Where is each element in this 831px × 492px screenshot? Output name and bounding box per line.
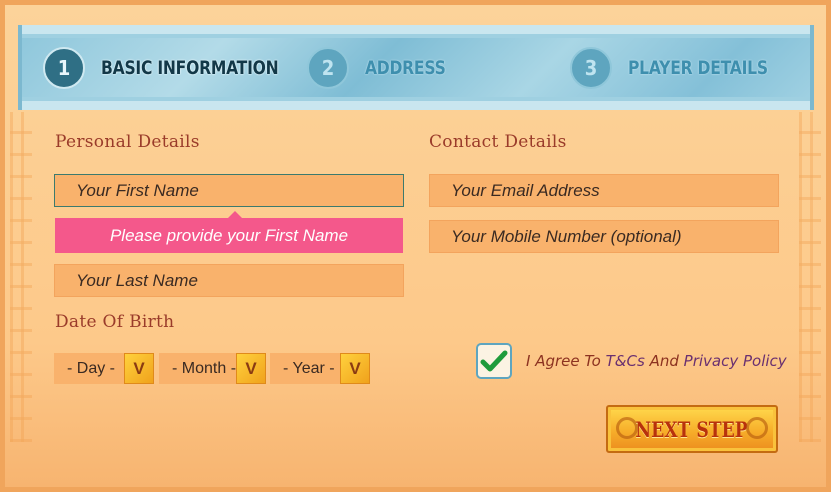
step-number: 3 bbox=[570, 47, 612, 89]
greek-key-border-left bbox=[10, 112, 32, 442]
step-label: BASIC INFORMATION bbox=[101, 57, 279, 79]
next-step-button[interactable]: NEXT STEP bbox=[606, 405, 778, 453]
agree-prefix: I Agree To bbox=[526, 352, 601, 370]
chevron-down-icon: V bbox=[124, 353, 154, 384]
step-2-address[interactable]: 2 ADDRESS bbox=[307, 45, 463, 91]
step-number: 2 bbox=[307, 47, 349, 89]
next-step-label: NEXT STEP bbox=[635, 416, 749, 442]
agree-and: And bbox=[649, 352, 679, 370]
first-name-error-message: Please provide your First Name bbox=[55, 218, 403, 253]
privacy-policy-link[interactable]: Privacy Policy bbox=[684, 352, 787, 370]
step-3-player-details[interactable]: 3 PLAYER DETAILS bbox=[570, 45, 799, 91]
last-name-input[interactable]: Your Last Name bbox=[54, 264, 404, 297]
agreement-text: I Agree To T&Cs And Privacy Policy bbox=[526, 352, 787, 370]
day-select[interactable]: - Day - V bbox=[54, 353, 154, 384]
personal-details-heading: Personal Details bbox=[55, 132, 200, 152]
date-of-birth-heading: Date Of Birth bbox=[55, 312, 175, 332]
step-label: ADDRESS bbox=[365, 57, 446, 79]
tcs-link[interactable]: T&Cs bbox=[606, 352, 645, 370]
step-progress-banner: 1 BASIC INFORMATION 2 ADDRESS 3 PLAYER D… bbox=[18, 25, 814, 110]
day-select-value: - Day - bbox=[67, 359, 115, 377]
step-number: 1 bbox=[43, 47, 85, 89]
contact-details-heading: Contact Details bbox=[429, 132, 567, 152]
greek-key-border-right bbox=[799, 112, 821, 442]
chevron-down-icon: V bbox=[236, 353, 267, 384]
first-name-input[interactable]: Your First Name bbox=[54, 174, 404, 207]
year-select-value: - Year - bbox=[283, 359, 335, 377]
swirl-ornament-icon bbox=[746, 417, 768, 439]
email-input[interactable]: Your Email Address bbox=[429, 174, 779, 207]
step-label: PLAYER DETAILS bbox=[628, 57, 768, 79]
email-placeholder: Your Email Address bbox=[451, 180, 600, 200]
error-tooltip-arrow bbox=[228, 211, 242, 218]
month-select-value: - Month - bbox=[172, 359, 237, 377]
last-name-placeholder: Your Last Name bbox=[76, 270, 198, 290]
agree-terms-checkbox[interactable] bbox=[476, 343, 512, 379]
chevron-down-icon: V bbox=[340, 353, 370, 384]
year-select[interactable]: - Year - V bbox=[270, 353, 370, 384]
month-select[interactable]: - Month - V bbox=[159, 353, 267, 384]
mobile-input[interactable]: Your Mobile Number (optional) bbox=[429, 220, 779, 253]
checkmark-icon bbox=[480, 350, 508, 372]
step-1-basic-information[interactable]: 1 BASIC INFORMATION bbox=[43, 45, 317, 91]
mobile-placeholder: Your Mobile Number (optional) bbox=[451, 226, 682, 246]
first-name-placeholder: Your First Name bbox=[76, 180, 199, 200]
